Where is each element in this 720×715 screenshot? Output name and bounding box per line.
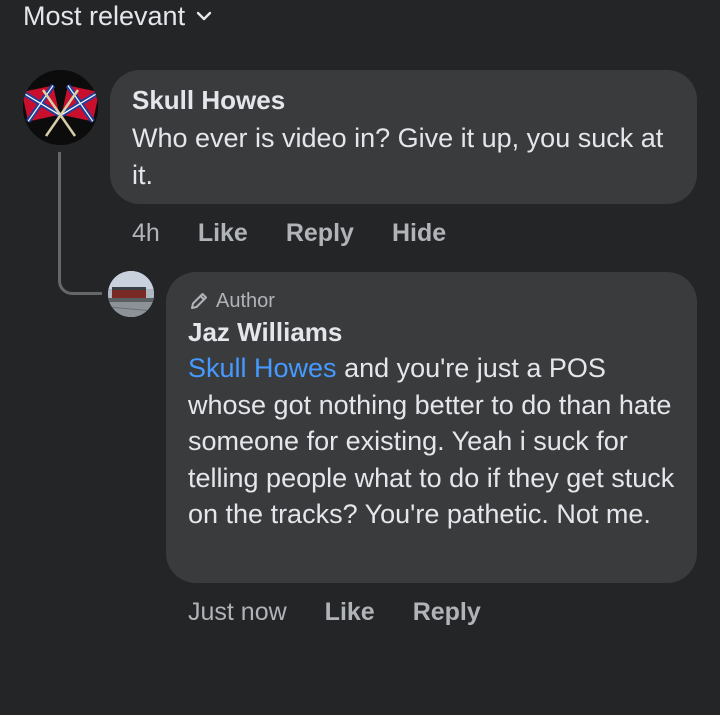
sort-label: Most relevant (23, 0, 186, 31)
author-badge-label: Author (216, 289, 275, 312)
comment-author[interactable]: Jaz Williams (188, 316, 675, 348)
avatar[interactable] (23, 70, 98, 145)
avatar[interactable] (108, 271, 154, 317)
like-button[interactable]: Like (198, 219, 248, 248)
avatar-flag-image (23, 70, 98, 145)
author-badge: Author (188, 288, 675, 314)
comment-actions: 4h Like Reply Hide (132, 216, 484, 250)
like-button[interactable]: Like (325, 598, 375, 627)
chevron-down-icon (196, 11, 212, 21)
comment-actions: Just now Like Reply (188, 595, 519, 629)
reply-bubble: Author Jaz Williams Skull Howes and you'… (166, 272, 697, 583)
avatar-train-image (108, 271, 154, 317)
comment-author[interactable]: Skull Howes (132, 84, 675, 116)
reply-thread-connector (58, 152, 102, 295)
comment-bubble: Skull Howes Who ever is video in? Give i… (110, 70, 697, 204)
comment-text: Skull Howes and you're just a POS whose … (188, 350, 675, 533)
pencil-icon (191, 293, 207, 309)
hide-button[interactable]: Hide (392, 219, 446, 248)
reply-button[interactable]: Reply (413, 598, 481, 627)
comment-timestamp[interactable]: Just now (188, 598, 287, 627)
reply-button[interactable]: Reply (286, 219, 354, 248)
comment-timestamp[interactable]: 4h (132, 219, 160, 248)
comment-text: Who ever is video in? Give it up, you su… (132, 123, 664, 190)
sort-dropdown[interactable]: Most relevant (23, 0, 213, 32)
mention-link[interactable]: Skull Howes (188, 353, 337, 383)
